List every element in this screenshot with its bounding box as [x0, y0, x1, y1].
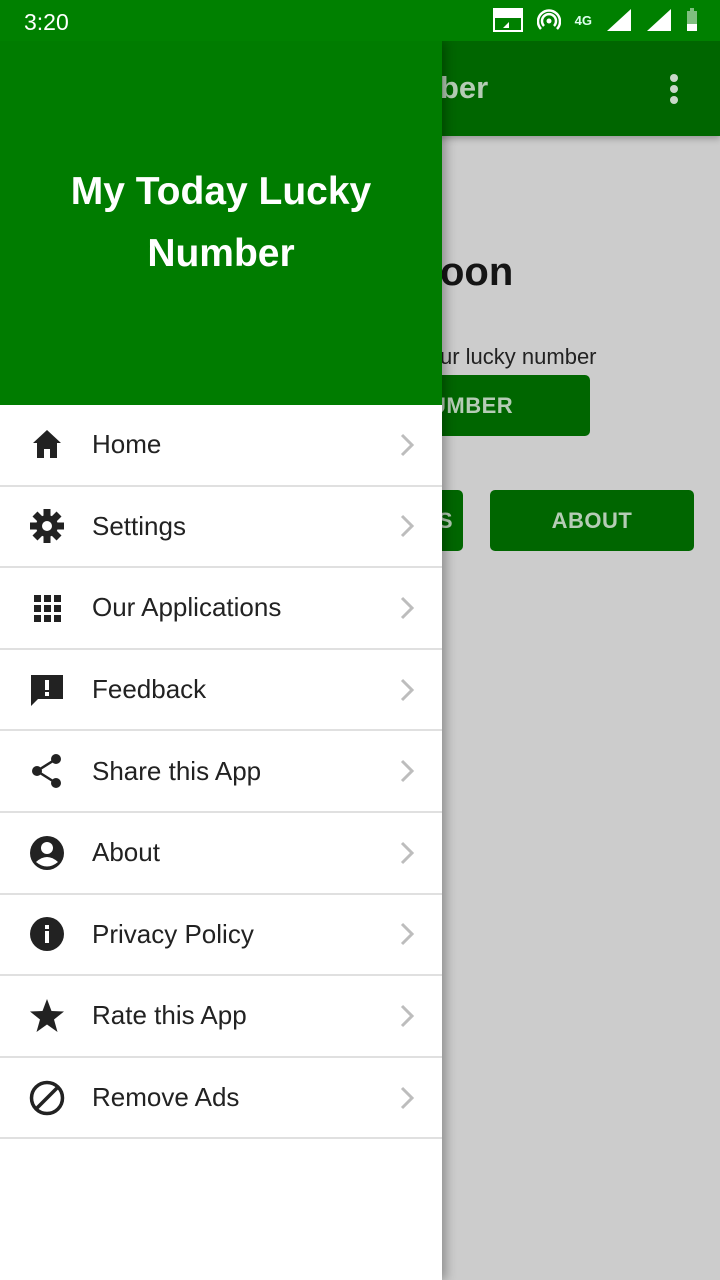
chevron-right-icon — [400, 841, 415, 864]
drawer-item-label: About — [92, 837, 160, 868]
main-heading: oon — [440, 250, 514, 294]
chevron-right-icon — [400, 923, 415, 946]
get-number-label: UMBER — [430, 392, 514, 418]
hotspot-icon — [536, 9, 561, 30]
signal-icon — [647, 9, 671, 31]
status-bar: 3:20 4G — [0, 0, 720, 41]
navigation-drawer: My Today Lucky Number Home Settings Our … — [0, 41, 442, 1280]
drawer-item-label: Rate this App — [92, 1000, 247, 1031]
chevron-right-icon — [400, 760, 415, 783]
drawer-item-label: Settings — [92, 510, 186, 541]
drawer-title: My Today Lucky Number — [70, 170, 372, 275]
drawer-item-label: Remove Ads — [92, 1082, 240, 1113]
drawer-header: My Today Lucky Number — [0, 41, 442, 405]
about-button-label: ABOUT — [551, 507, 633, 533]
chevron-right-icon — [400, 1004, 415, 1028]
app-title: ber — [440, 70, 489, 105]
volte-icon — [492, 8, 523, 32]
drawer-item-label: Feedback — [92, 674, 207, 705]
chevron-right-icon — [400, 1086, 415, 1109]
drawer-item-rate-this-app[interactable]: Rate this App — [0, 976, 442, 1058]
drawer-item-home[interactable]: Home — [0, 405, 442, 487]
4g-icon: 4G — [574, 12, 592, 28]
drawer-item-our-applications[interactable]: Our Applications — [0, 568, 442, 650]
drawer-item-label: Our Applications — [92, 592, 282, 623]
block-icon — [29, 1080, 65, 1116]
chevron-right-icon — [400, 596, 415, 620]
chevron-right-icon — [400, 515, 415, 538]
chevron-right-icon — [400, 678, 415, 701]
apps-grid-icon — [29, 590, 65, 626]
chevron-right-icon — [400, 433, 415, 456]
battery-icon — [687, 8, 697, 31]
drawer-item-share-this-app[interactable]: Share this App — [0, 731, 442, 813]
drawer-item-label: Privacy Policy — [92, 918, 254, 949]
star-icon — [29, 998, 65, 1034]
info-icon — [29, 916, 65, 952]
drawer-item-settings[interactable]: Settings — [0, 487, 442, 569]
drawer-item-about[interactable]: About — [0, 813, 442, 895]
drawer-item-feedback[interactable]: Feedback — [0, 650, 442, 732]
drawer-item-label: Home — [92, 429, 162, 460]
drawer-item-label: Share this App — [92, 755, 262, 786]
feedback-icon — [29, 672, 65, 708]
more-options-icon[interactable] — [668, 74, 680, 104]
share-icon — [29, 753, 65, 789]
status-time: 3:20 — [24, 9, 69, 35]
signal-icon — [607, 9, 631, 31]
main-subtitle: ur lucky number — [440, 344, 597, 369]
drawer-item-privacy-policy[interactable]: Privacy Policy — [0, 895, 442, 977]
about-button[interactable]: ABOUT — [490, 490, 694, 551]
gear-icon — [29, 508, 65, 544]
drawer-item-remove-ads[interactable]: Remove Ads — [0, 1058, 442, 1140]
home-icon — [29, 427, 65, 463]
account-circle-icon — [29, 835, 65, 871]
